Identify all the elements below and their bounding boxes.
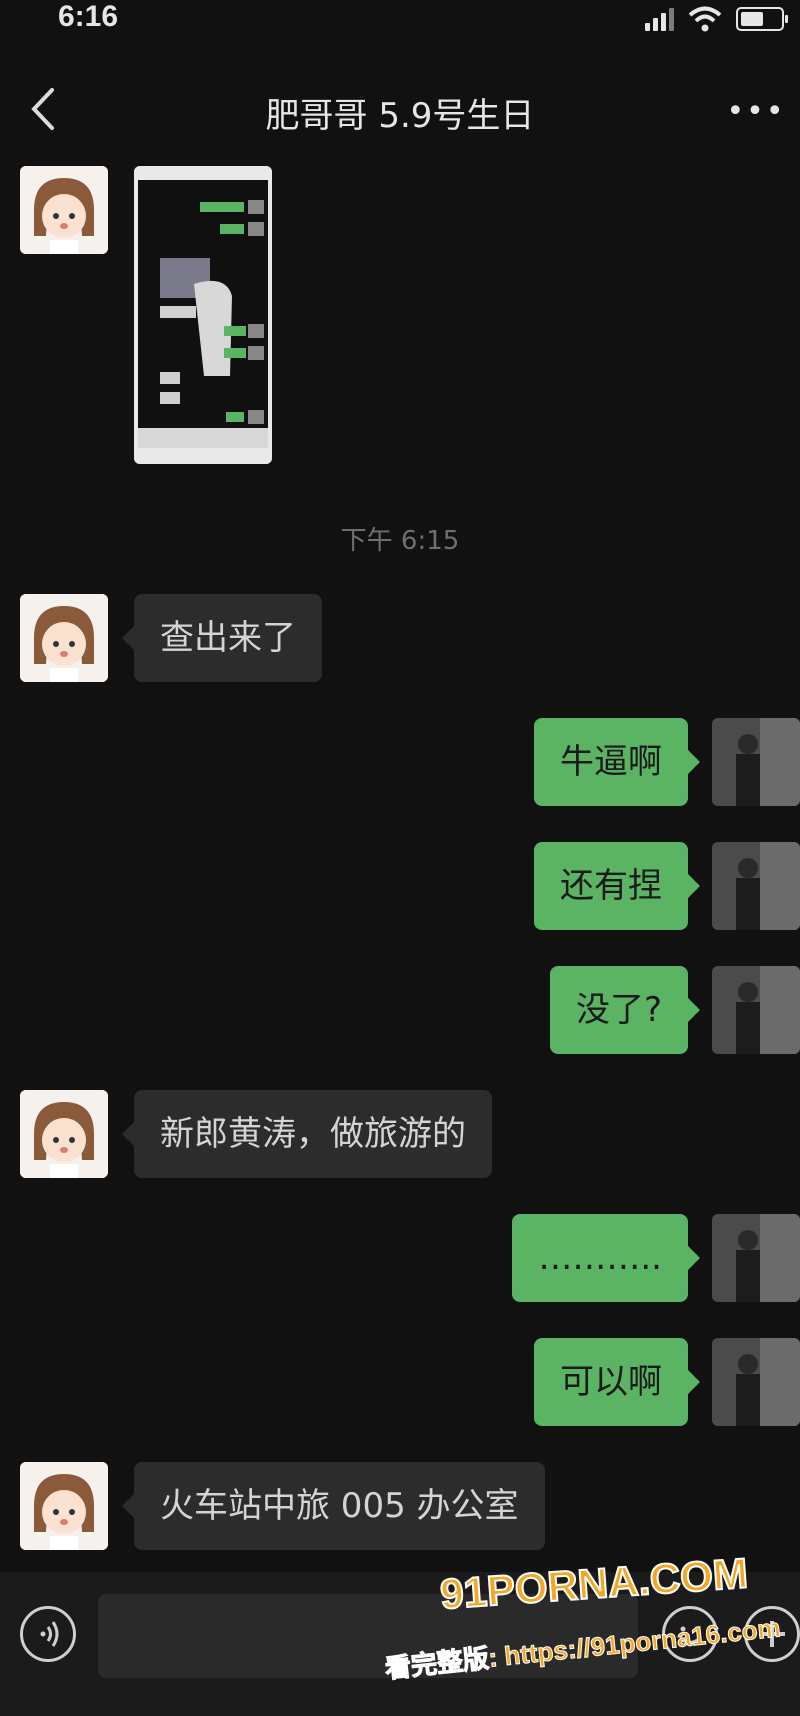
cartoon-girl-icon (20, 1462, 108, 1550)
contact-avatar[interactable] (20, 1462, 108, 1550)
message-bubble-outgoing[interactable]: 牛逼啊 (534, 718, 700, 806)
user-avatar[interactable] (712, 1214, 800, 1302)
photo-avatar-icon (712, 966, 800, 1054)
contact-avatar[interactable] (20, 166, 108, 254)
more-icon[interactable]: ••• (726, 94, 786, 129)
cartoon-girl-icon (20, 1090, 108, 1178)
message-bubble-outgoing[interactable]: ……….. (512, 1214, 700, 1302)
message-bubble-outgoing[interactable]: 可以啊 (534, 1338, 700, 1426)
wifi-icon (688, 6, 722, 32)
message-timestamp: 下午 6:15 (340, 526, 460, 556)
user-avatar[interactable] (712, 966, 800, 1054)
status-icons (645, 6, 788, 32)
cartoon-girl-icon (20, 594, 108, 682)
photo-avatar-icon (712, 1338, 800, 1426)
message-bubble-outgoing[interactable]: 没了? (549, 966, 701, 1054)
user-avatar[interactable] (712, 718, 800, 806)
message-bubble-incoming[interactable]: 新郎黄涛，做旅游的 (122, 1090, 492, 1178)
photo-avatar-icon (712, 842, 800, 930)
status-time: 6:16 (58, 0, 119, 33)
message-bubble-incoming[interactable]: 火车站中旅 005 办公室 (122, 1462, 545, 1550)
contact-avatar[interactable] (20, 594, 108, 682)
contact-avatar[interactable] (20, 1090, 108, 1178)
image-message[interactable] (134, 166, 272, 464)
photo-avatar-icon (712, 718, 800, 806)
chat-title: 肥哥哥 5.9号生日 (265, 96, 535, 136)
voice-icon[interactable] (20, 1606, 76, 1662)
photo-avatar-icon (712, 1214, 800, 1302)
signal-icon (645, 7, 674, 31)
chat-screenshot-thumbnail (134, 166, 272, 464)
user-avatar[interactable] (712, 842, 800, 930)
nav-bar: 肥哥哥 5.9号生日 ••• (0, 70, 800, 154)
message-bubble-incoming[interactable]: 查出来了 (122, 594, 322, 682)
user-avatar[interactable] (712, 1338, 800, 1426)
message-bubble-outgoing[interactable]: 还有捏 (534, 842, 700, 930)
battery-icon (736, 7, 788, 31)
cartoon-girl-icon (20, 166, 108, 254)
status-bar: 6:16 (0, 0, 800, 44)
